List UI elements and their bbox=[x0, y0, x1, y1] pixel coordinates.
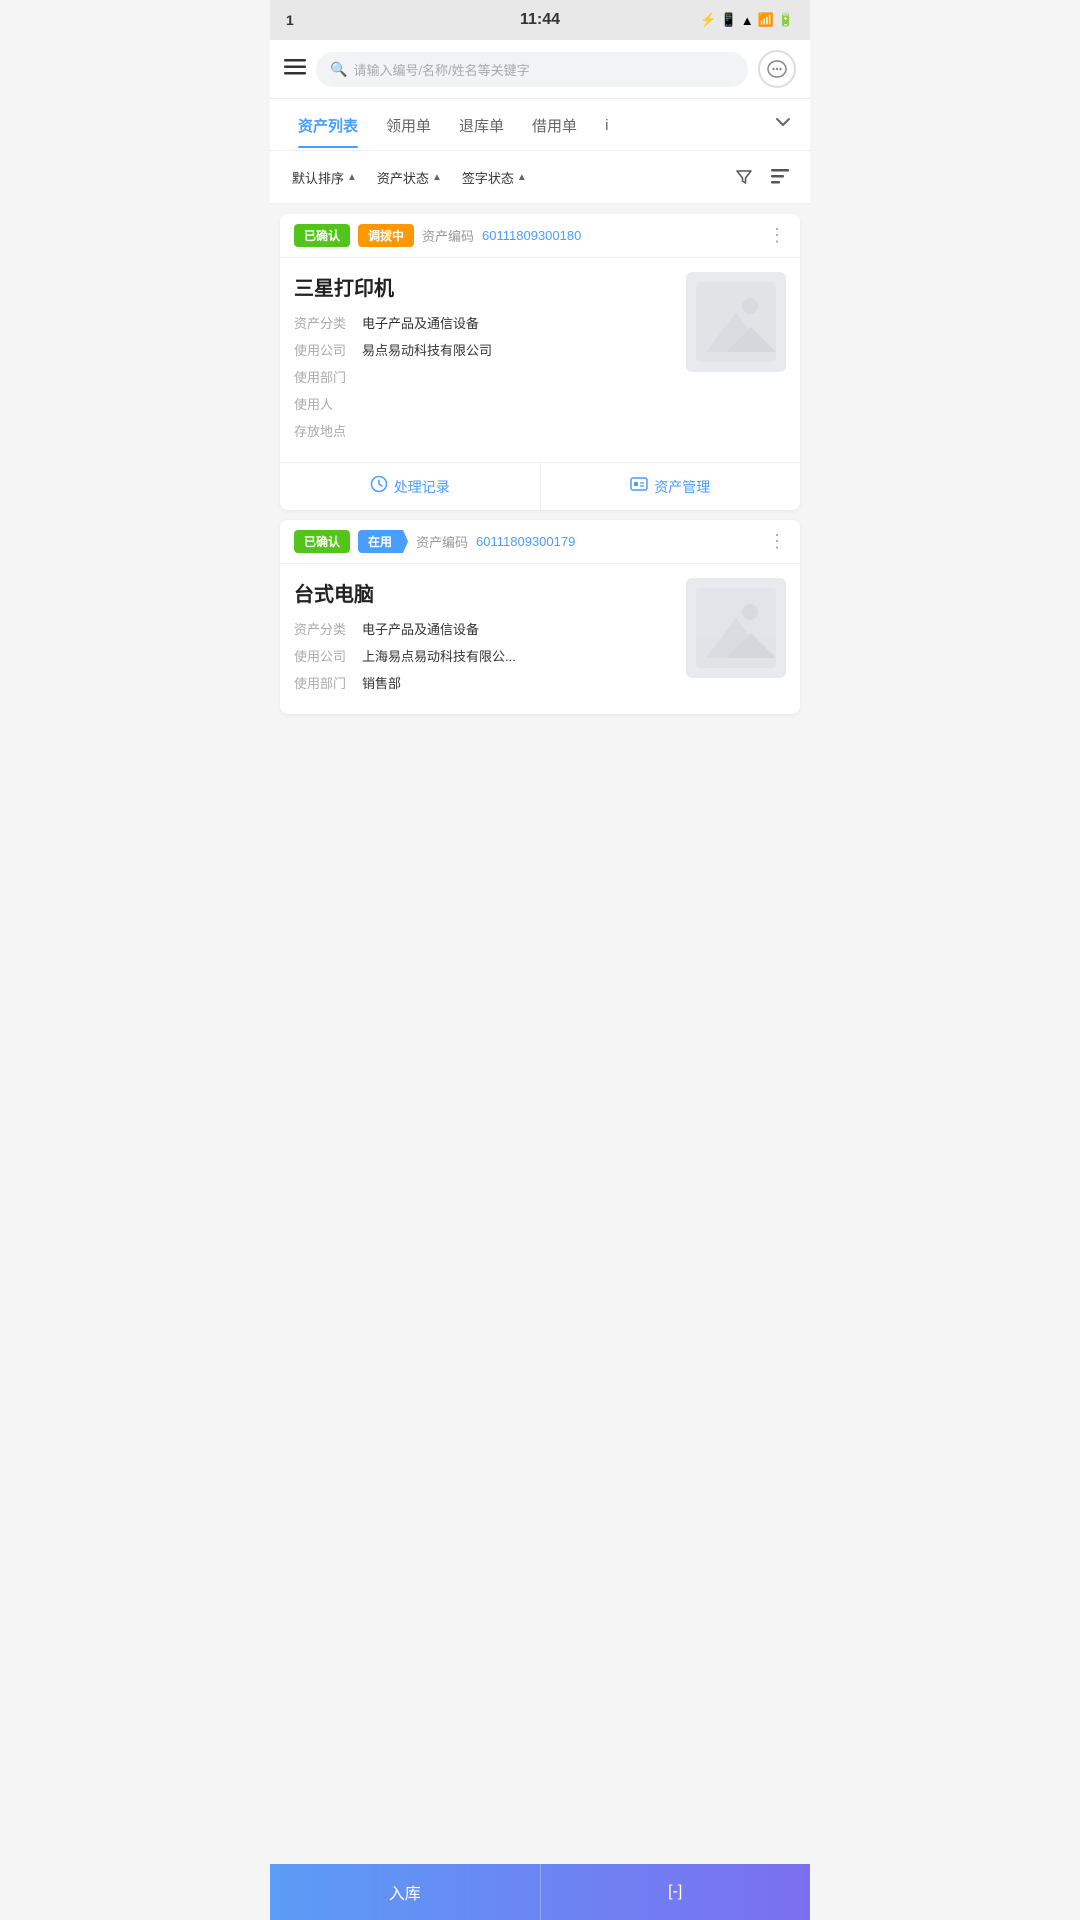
info-row-dept-1: 使用部门 bbox=[294, 367, 676, 386]
filter-sort-arrow: ▲ bbox=[347, 172, 357, 183]
info-value-category-2: 电子产品及通信设备 bbox=[362, 619, 479, 638]
filter-asset-status-label: 资产状态 bbox=[377, 168, 429, 187]
asset-card-1: 已确认 调拨中 资产编码 60111809300180 ⋮ 三星打印机 资产分类… bbox=[280, 214, 800, 510]
info-label-user-1: 使用人 bbox=[294, 394, 354, 413]
signal-icon: 📶 bbox=[758, 12, 774, 28]
info-row-company-1: 使用公司 易点易动科技有限公司 bbox=[294, 340, 676, 359]
card-info-1: 三星打印机 资产分类 电子产品及通信设备 使用公司 易点易动科技有限公司 使用部… bbox=[294, 272, 676, 448]
search-bar[interactable]: 🔍 请输入编号/名称/姓名等关键字 bbox=[316, 52, 748, 87]
filter-sign-status[interactable]: 签字状态 ▲ bbox=[454, 164, 535, 191]
asset-name-1: 三星打印机 bbox=[294, 272, 676, 301]
tab-extra[interactable]: i bbox=[591, 103, 622, 146]
menu-icon[interactable] bbox=[284, 58, 306, 81]
header: 🔍 请输入编号/名称/姓名等关键字 bbox=[270, 40, 810, 99]
action-history-1[interactable]: 处理记录 bbox=[280, 463, 541, 510]
filter-list-icon[interactable] bbox=[764, 161, 796, 193]
card-more-1[interactable]: ⋮ bbox=[768, 225, 786, 246]
card-header-1: 已确认 调拨中 资产编码 60111809300180 ⋮ bbox=[280, 214, 800, 258]
info-label-dept-2: 使用部门 bbox=[294, 673, 354, 692]
card-more-2[interactable]: ⋮ bbox=[768, 531, 786, 552]
tabs-more-icon[interactable] bbox=[770, 99, 796, 150]
status-number: 1 bbox=[286, 12, 294, 28]
bottom-btn-in-label: 入库 bbox=[389, 1880, 421, 1904]
info-row-dept-2: 使用部门 销售部 bbox=[294, 673, 676, 692]
filter-asset-status[interactable]: 资产状态 ▲ bbox=[369, 164, 450, 191]
info-row-user-1: 使用人 bbox=[294, 394, 676, 413]
info-value-category-1: 电子产品及通信设备 bbox=[362, 313, 479, 332]
card-body-1: 三星打印机 资产分类 电子产品及通信设备 使用公司 易点易动科技有限公司 使用部… bbox=[280, 258, 800, 462]
asset-code-value-1: 60111809300180 bbox=[482, 228, 581, 243]
phone-icon: 📱 bbox=[721, 12, 737, 28]
action-manage-label-1: 资产管理 bbox=[654, 477, 710, 497]
info-row-category-2: 资产分类 电子产品及通信设备 bbox=[294, 619, 676, 638]
asset-code-label-2: 资产编码 bbox=[416, 532, 468, 551]
search-icon: 🔍 bbox=[330, 61, 347, 78]
history-icon-1 bbox=[370, 475, 388, 498]
card-info-2: 台式电脑 资产分类 电子产品及通信设备 使用公司 上海易点易动科技有限公... … bbox=[294, 578, 676, 700]
filter-sort[interactable]: 默认排序 ▲ bbox=[284, 164, 365, 191]
info-row-company-2: 使用公司 上海易点易动科技有限公... bbox=[294, 646, 676, 665]
info-label-company-2: 使用公司 bbox=[294, 646, 354, 665]
manage-icon-1 bbox=[630, 475, 648, 498]
info-value-dept-2: 销售部 bbox=[362, 673, 401, 692]
asset-thumbnail-1 bbox=[686, 272, 786, 372]
bottom-btn-in[interactable]: 入库 bbox=[270, 1864, 541, 1920]
filter-asset-status-arrow: ▲ bbox=[432, 172, 442, 183]
search-placeholder: 请输入编号/名称/姓名等关键字 bbox=[353, 60, 529, 79]
badge-status-1: 调拨中 bbox=[358, 224, 414, 247]
filter-sign-status-label: 签字状态 bbox=[462, 168, 514, 187]
tabs-container: 资产列表 领用单 退库单 借用单 i bbox=[270, 99, 810, 151]
tab-borrow[interactable]: 借用单 bbox=[518, 101, 591, 148]
wifi-icon: ▲ bbox=[741, 13, 754, 28]
info-row-category-1: 资产分类 电子产品及通信设备 bbox=[294, 313, 676, 332]
card-actions-1: 处理记录 资产管理 bbox=[280, 462, 800, 510]
status-time: 11:44 bbox=[520, 11, 560, 29]
asset-card-2: 已确认 在用 资产编码 60111809300179 ⋮ 台式电脑 资产分类 电… bbox=[280, 520, 800, 714]
asset-thumbnail-2 bbox=[686, 578, 786, 678]
action-history-label-1: 处理记录 bbox=[394, 477, 450, 497]
card-body-2: 台式电脑 资产分类 电子产品及通信设备 使用公司 上海易点易动科技有限公... … bbox=[280, 564, 800, 714]
chat-icon[interactable] bbox=[758, 50, 796, 88]
filter-bar: 默认排序 ▲ 资产状态 ▲ 签字状态 ▲ bbox=[270, 151, 810, 204]
bottom-btn-out[interactable]: [-] bbox=[541, 1864, 811, 1920]
status-bar: 1 11:44 ⚡ 📱 ▲ 📶 🔋 bbox=[270, 0, 810, 40]
tab-pickup[interactable]: 领用单 bbox=[372, 101, 445, 148]
badge-status-2: 在用 bbox=[358, 530, 408, 553]
bottom-bar: 入库 [-] bbox=[270, 1864, 810, 1920]
info-row-location-1: 存放地点 bbox=[294, 421, 676, 440]
filter-sort-label: 默认排序 bbox=[292, 168, 344, 187]
status-icons: ⚡ 📱 ▲ 📶 🔋 bbox=[700, 12, 794, 28]
asset-code-value-2: 60111809300179 bbox=[476, 534, 575, 549]
info-label-category-1: 资产分类 bbox=[294, 313, 354, 332]
action-manage-1[interactable]: 资产管理 bbox=[541, 463, 801, 510]
asset-name-2: 台式电脑 bbox=[294, 578, 676, 607]
bottom-btn-out-label: [-] bbox=[668, 1883, 682, 1901]
battery-icon: 🔋 bbox=[778, 12, 794, 28]
tab-return[interactable]: 退库单 bbox=[445, 101, 518, 148]
tab-asset-list[interactable]: 资产列表 bbox=[284, 101, 372, 148]
info-value-company-2: 上海易点易动科技有限公... bbox=[362, 646, 516, 665]
info-label-category-2: 资产分类 bbox=[294, 619, 354, 638]
info-label-company-1: 使用公司 bbox=[294, 340, 354, 359]
filter-sign-status-arrow: ▲ bbox=[517, 172, 527, 183]
badge-confirmed-2: 已确认 bbox=[294, 530, 350, 553]
info-label-dept-1: 使用部门 bbox=[294, 367, 354, 386]
info-label-location-1: 存放地点 bbox=[294, 421, 354, 440]
card-header-2: 已确认 在用 资产编码 60111809300179 ⋮ bbox=[280, 520, 800, 564]
bluetooth-icon: ⚡ bbox=[700, 12, 716, 28]
info-value-company-1: 易点易动科技有限公司 bbox=[362, 340, 492, 359]
asset-code-label-1: 资产编码 bbox=[422, 226, 474, 245]
asset-list: 已确认 调拨中 资产编码 60111809300180 ⋮ 三星打印机 资产分类… bbox=[270, 204, 810, 794]
badge-confirmed-1: 已确认 bbox=[294, 224, 350, 247]
filter-funnel-icon[interactable] bbox=[728, 161, 760, 193]
